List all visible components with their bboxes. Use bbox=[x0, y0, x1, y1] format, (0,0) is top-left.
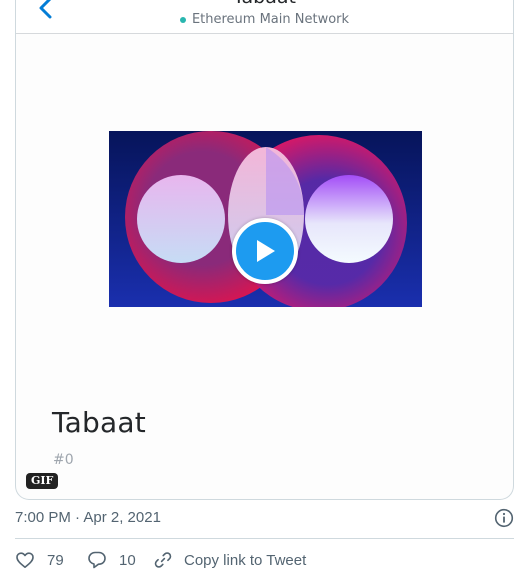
nft-name: Tabaat bbox=[52, 406, 146, 439]
copy-link-button[interactable]: Copy link to Tweet bbox=[153, 550, 306, 570]
network-indicator: Ethereum Main Network bbox=[16, 12, 513, 27]
tweet-media-card[interactable]: Tabaat Ethereum Main Network bbox=[15, 0, 514, 500]
info-icon[interactable] bbox=[494, 508, 514, 528]
network-status-dot bbox=[179, 16, 186, 23]
speech-bubble-icon bbox=[88, 551, 106, 569]
reply-button[interactable]: 10 bbox=[87, 550, 153, 570]
play-button[interactable] bbox=[232, 218, 298, 284]
link-icon bbox=[154, 552, 172, 568]
divider bbox=[15, 538, 514, 539]
reply-count: 10 bbox=[119, 551, 136, 569]
play-icon bbox=[257, 240, 275, 262]
nft-token-id: #0 bbox=[53, 452, 74, 468]
tweet-timestamp[interactable]: 7:00 PM · Apr 2, 2021 bbox=[15, 509, 161, 526]
app-header: Tabaat Ethereum Main Network bbox=[16, 0, 513, 34]
heart-icon bbox=[16, 552, 34, 568]
network-name: Ethereum Main Network bbox=[191, 12, 350, 27]
header-title: Tabaat bbox=[16, 0, 513, 8]
like-count: 79 bbox=[47, 551, 64, 569]
like-button[interactable]: 79 bbox=[15, 550, 87, 570]
copy-link-label: Copy link to Tweet bbox=[184, 551, 307, 569]
gif-badge: GIF bbox=[26, 473, 59, 489]
tweet-actions: 79 10 Copy link to Tweet bbox=[15, 548, 306, 572]
